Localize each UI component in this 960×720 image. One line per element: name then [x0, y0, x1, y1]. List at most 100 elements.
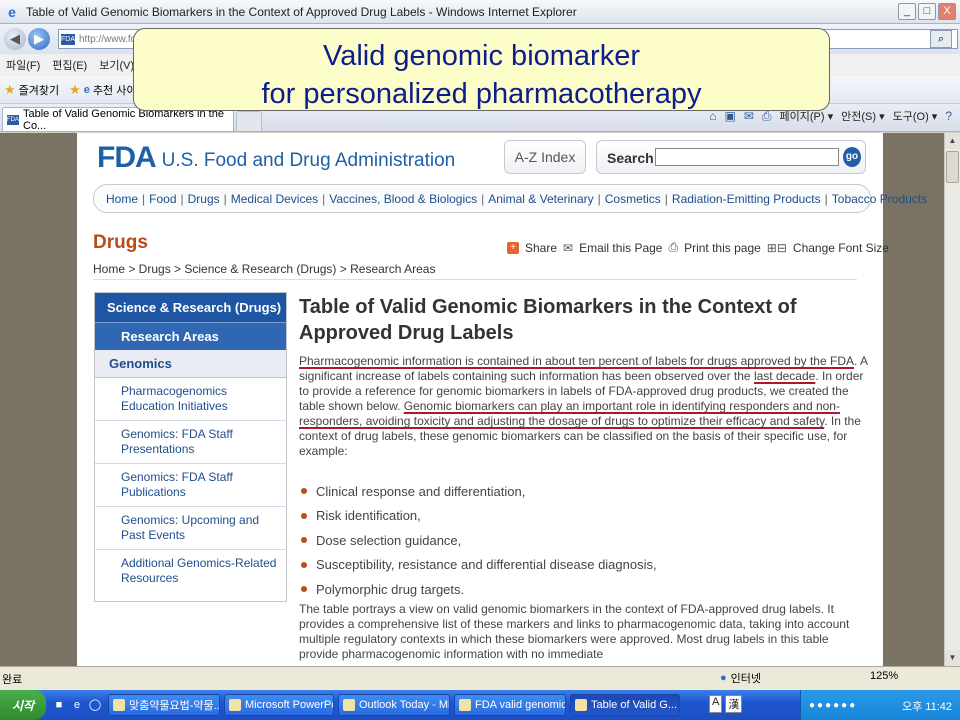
nav-food[interactable]: Food: [149, 192, 176, 206]
maximize-button[interactable]: □: [918, 3, 936, 20]
highlight-1: Pharmacogenomic information is contained…: [299, 354, 854, 368]
taskbar-item-outlook[interactable]: Outlook Today - Mi...: [338, 694, 450, 716]
fda-logo-mark: FDA: [97, 141, 157, 174]
help-icon[interactable]: ?: [945, 109, 952, 123]
top-navigation: Home | Food | Drugs | Medical Devices | Vacc…: [93, 184, 927, 213]
vertical-scrollbar[interactable]: ▲ ▼: [944, 133, 960, 666]
globe-icon: ●: [720, 672, 727, 684]
scroll-thumb[interactable]: [946, 151, 959, 183]
system-tray: A 漢 ●●●●●● 오후 11:42: [709, 690, 960, 720]
fda-logo[interactable]: FDA U.S. Food and Drug Administration: [97, 141, 455, 175]
ime-mode[interactable]: A: [709, 695, 723, 713]
favorites-label: 즐겨찾기: [18, 84, 60, 97]
slide-title-line1: Valid genomic biomarker: [323, 40, 640, 72]
list-item: Susceptibility, resistance and different…: [299, 553, 859, 578]
sidebar-item-events[interactable]: Genomics: Upcoming and Past Events: [95, 507, 286, 550]
ie-icon[interactable]: e: [70, 698, 84, 712]
share-link[interactable]: Share: [525, 241, 557, 255]
az-index-button[interactable]: A-Z Index: [504, 140, 586, 174]
add-favorite-icon: ★: [69, 81, 81, 97]
ime-indicator[interactable]: A 漢: [709, 695, 743, 713]
nav-cosmetics[interactable]: Cosmetics: [605, 192, 661, 206]
quick-launch-icon[interactable]: ■: [52, 698, 66, 712]
ime-hanja[interactable]: 漢: [725, 695, 743, 713]
start-button[interactable]: 시작: [0, 690, 46, 720]
fda-page: FDA U.S. Food and Drug Administration A-…: [77, 133, 927, 666]
back-button[interactable]: ◀: [4, 28, 26, 50]
fda-logo-name: U.S. Food and Drug Administration: [161, 150, 456, 171]
clock[interactable]: 오후 11:42: [902, 698, 952, 714]
nav-separator: |: [223, 191, 227, 206]
nav-radiation[interactable]: Radiation-Emitting Products: [672, 192, 821, 206]
sidebar-head[interactable]: Science & Research (Drugs): [95, 293, 286, 322]
sidebar-research-areas[interactable]: Research Areas: [95, 322, 286, 350]
outlook-icon: [343, 699, 355, 711]
sidebar-item-education[interactable]: Pharmacogenomics Education Initiatives: [95, 378, 286, 421]
search-go-button[interactable]: go: [843, 147, 861, 167]
list-item-text: Polymorphic drug targets.: [316, 581, 465, 597]
menu-file[interactable]: 파일(F): [6, 57, 40, 73]
browser-viewport: FDA U.S. Food and Drug Administration A-…: [0, 133, 944, 666]
nav-medical-devices[interactable]: Medical Devices: [231, 192, 318, 206]
folder-icon: [113, 699, 125, 711]
taskbar: 시작 ■ e ◯ 맞춤약물요법-약물... Microsoft PowerPo.…: [0, 690, 960, 720]
powerpoint-icon: [229, 699, 241, 711]
slide-title-line2: for personalized pharmacotherapy: [261, 78, 702, 110]
search-icon[interactable]: ⌕: [930, 30, 952, 48]
nav-drugs[interactable]: Drugs: [188, 192, 220, 206]
bullet-icon: [301, 488, 307, 495]
forward-button[interactable]: ▶: [28, 28, 50, 50]
section-title: Drugs: [93, 232, 148, 253]
favorites-button[interactable]: ★ 즐겨찾기: [4, 82, 59, 98]
menu-edit[interactable]: 편집(E): [52, 57, 87, 73]
ie-icon: [575, 699, 587, 711]
biomarker-use-list: Clinical response and differentiation, R…: [299, 479, 859, 602]
sidebar-item-presentations[interactable]: Genomics: FDA Staff Presentations: [95, 421, 286, 464]
list-item-text: Risk identification,: [316, 508, 421, 524]
list-item-text: Susceptibility, resistance and different…: [316, 557, 657, 573]
taskbar-item-active[interactable]: Table of Valid G...: [570, 694, 680, 716]
scroll-down-icon[interactable]: ▼: [945, 650, 960, 666]
nav-animal[interactable]: Animal & Veterinary: [488, 192, 593, 206]
safety-menu[interactable]: 안전(S) ▾: [841, 108, 884, 124]
share-icon: +: [507, 241, 519, 254]
font-size-icon: ⊞⊟: [766, 240, 787, 255]
list-item: Dose selection guidance,: [299, 528, 859, 553]
zoom-level[interactable]: 125%: [870, 670, 898, 682]
breadcrumb[interactable]: Home > Drugs > Science & Research (Drugs…: [93, 262, 857, 280]
sidebar-item-resources[interactable]: Additional Genomics-Related Resources: [95, 550, 286, 593]
search-input[interactable]: [655, 148, 839, 166]
taskbar-item-fda[interactable]: FDA valid genomic ...: [454, 694, 566, 716]
status-bar: 완료 ● 인터넷 125%: [0, 666, 960, 690]
font-size-link[interactable]: Change Font Size: [793, 241, 889, 255]
print-link[interactable]: Print this page: [684, 241, 761, 255]
sidebar-genomics[interactable]: Genomics: [95, 350, 286, 378]
zone-label: 인터넷: [730, 673, 762, 685]
nav-tobacco[interactable]: Tobacco Products: [832, 192, 927, 206]
suggested-sites-button[interactable]: ★ e 추천 사이: [69, 82, 136, 98]
email-link[interactable]: Email this Page: [579, 241, 662, 255]
minimize-button[interactable]: _: [898, 3, 916, 20]
window-title-bar: e Table of Valid Genomic Biomarkers in t…: [0, 0, 960, 24]
taskbar-item-folder[interactable]: 맞춤약물요법-약물...: [108, 694, 220, 716]
scroll-up-icon[interactable]: ▲: [945, 133, 960, 149]
tools-menu[interactable]: 도구(O) ▾: [893, 108, 938, 124]
nav-vaccines[interactable]: Vaccines, Blood & Biologics: [329, 192, 477, 206]
tray-icons[interactable]: ●●●●●●: [809, 700, 857, 711]
close-button[interactable]: X: [938, 3, 956, 20]
menu-view[interactable]: 보기(V): [99, 57, 134, 73]
status-text: 완료: [2, 673, 23, 686]
security-zone[interactable]: ● 인터넷: [720, 670, 761, 686]
sidebar-item-publications[interactable]: Genomics: FDA Staff Publications: [95, 464, 286, 507]
nav-separator: |: [664, 191, 668, 206]
taskbar-item-powerpoint[interactable]: Microsoft PowerPo...: [224, 694, 334, 716]
new-tab-button[interactable]: [236, 111, 262, 131]
bullet-icon: [301, 561, 307, 568]
list-item: Polymorphic drug targets.: [299, 577, 859, 602]
nav-home[interactable]: Home: [106, 192, 138, 206]
outlook-icon[interactable]: ◯: [88, 698, 102, 712]
ie-icon: [459, 699, 471, 711]
search-label: Search: [607, 150, 654, 166]
ie-icon: e: [8, 3, 16, 20]
site-search: Search go: [596, 140, 866, 174]
